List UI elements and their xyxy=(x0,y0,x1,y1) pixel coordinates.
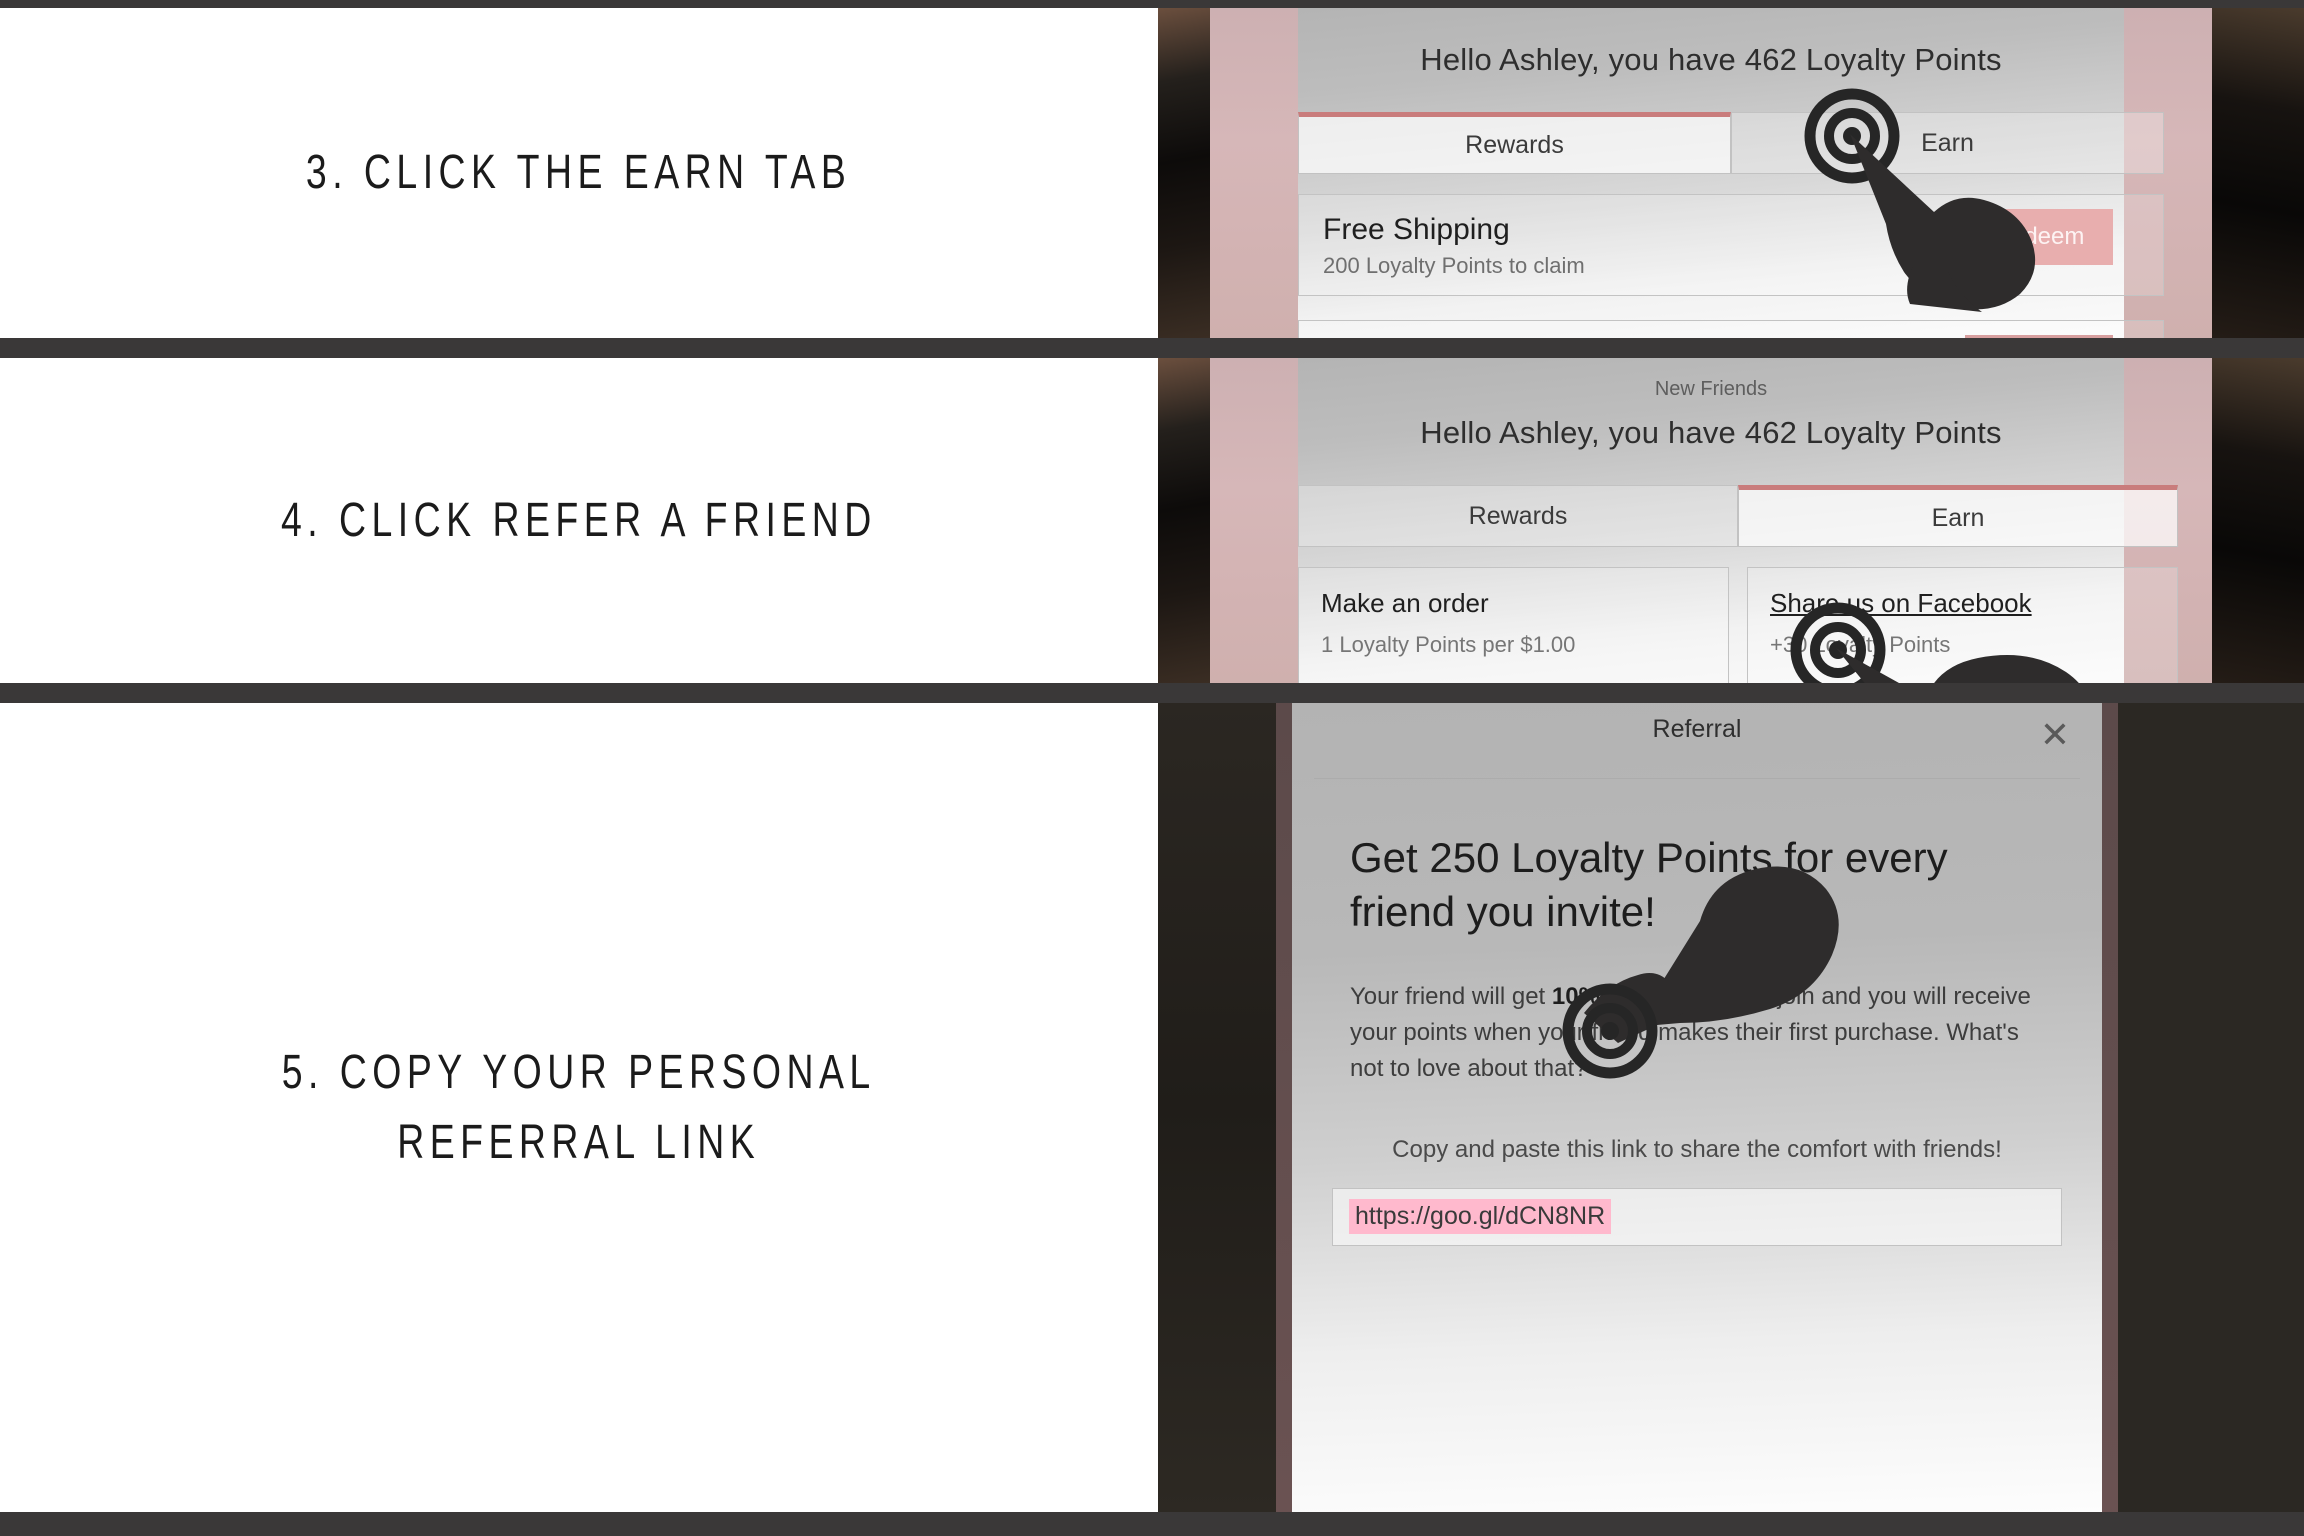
step-3-caption-pane: 3. CLICK THE EARN TAB xyxy=(0,8,1158,338)
modal-overlay-left-edge xyxy=(1158,703,1276,1512)
tab-earn-3[interactable]: Earn xyxy=(1731,112,2164,174)
tab-rewards-label-3: Rewards xyxy=(1465,130,1564,159)
tab-earn-label-3: Earn xyxy=(1921,128,1974,157)
greeting-text-4: Hello Ashley, you have 462 Loyalty Point… xyxy=(1420,415,2002,450)
photo-backdrop-right xyxy=(2212,8,2304,338)
photo-backdrop-right-4 xyxy=(2212,358,2304,683)
new-friends-header: New Friends xyxy=(1654,378,1768,400)
step-4-caption: 4. CLICK REFER A FRIEND xyxy=(281,493,877,547)
referral-modal: Referral ✕ Get 250 Loyalty Points for ev… xyxy=(1292,703,2102,1512)
earn-card-title-share-facebook[interactable]: Share us on Facebook xyxy=(1770,588,2155,620)
photo-backdrop-left-4 xyxy=(1158,358,1210,683)
reward-row-free-shipping[interactable]: Free Shipping 200 Loyalty Points to clai… xyxy=(1298,194,2164,296)
modal-border-right xyxy=(2102,703,2118,1512)
earn-card-grid: Make an order 1 Loyalty Points per $1.00… xyxy=(1298,567,2178,683)
modal-heading: Get 250 Loyalty Points for every friend … xyxy=(1350,834,1948,935)
tutorial-steps-stage: 3. CLICK THE EARN TAB Hello Ashley, you … xyxy=(0,0,2304,1536)
earn-card-make-an-order[interactable]: Make an order 1 Loyalty Points per $1.00 xyxy=(1298,567,1729,683)
separator-top xyxy=(0,0,2304,8)
step-5-caption-pane: 5. COPY YOUR PERSONAL REFERRAL LINK xyxy=(0,703,1158,1512)
tab-rewards-4[interactable]: Rewards xyxy=(1298,485,1738,547)
step-4-screenshot: New Friends Hello Ashley, you have 462 L… xyxy=(1158,358,2304,683)
step-3-screenshot: Hello Ashley, you have 462 Loyalty Point… xyxy=(1158,8,2304,338)
redeem-button-free-shipping[interactable]: Redeem xyxy=(1965,209,2113,265)
tab-rewards-3[interactable]: Rewards xyxy=(1298,112,1731,174)
earn-card-title-make-an-order: Make an order xyxy=(1321,588,1489,618)
referral-link-field[interactable]: https://goo.gl/dCN8NR xyxy=(1332,1187,2062,1246)
referral-link-value: https://goo.gl/dCN8NR xyxy=(1349,1199,1612,1235)
pink-band-left xyxy=(1210,8,1298,338)
step-3-caption: 3. CLICK THE EARN TAB xyxy=(306,146,852,200)
photo-backdrop-left xyxy=(1158,8,1210,338)
greeting-text-3: Hello Ashley, you have 462 Loyalty Point… xyxy=(1420,42,2002,77)
tab-earn-4[interactable]: Earn xyxy=(1738,485,2178,547)
reward-title-free-shipping: Free Shipping xyxy=(1323,213,1510,246)
reward-row-ten-percent[interactable]: 10% off 200 Loyalty Points to claim Rede… xyxy=(1298,320,2164,338)
earn-card-sub-share-facebook: +30 Loyalty Points xyxy=(1770,631,1951,657)
modal-title: Referral xyxy=(1652,715,1742,743)
tab-bar-4: Rewards Earn xyxy=(1298,485,2178,547)
modal-body-bold: 10% OFF xyxy=(1551,982,1655,1010)
separator-step4-step5 xyxy=(0,683,2304,703)
modal-body-pre: Your friend will get xyxy=(1350,982,1552,1010)
modal-divider xyxy=(1314,778,2080,779)
step-panel-3: 3. CLICK THE EARN TAB Hello Ashley, you … xyxy=(0,8,2304,338)
tab-bar-3: Rewards Earn xyxy=(1298,112,2164,174)
step-5-screenshot: Referral ✕ Get 250 Loyalty Points for ev… xyxy=(1158,703,2304,1512)
loyalty-widget-3: Hello Ashley, you have 462 Loyalty Point… xyxy=(1298,8,2164,338)
modal-body-text: Your friend will get 10% OFF when they j… xyxy=(1350,979,2044,1088)
separator-step3-step4 xyxy=(0,338,2304,358)
step-panel-5: 5. COPY YOUR PERSONAL REFERRAL LINK Refe… xyxy=(0,703,2304,1512)
step-5-caption: 5. COPY YOUR PERSONAL REFERRAL LINK xyxy=(282,1045,876,1169)
step-panel-4: 4. CLICK REFER A FRIEND New Friends Hell… xyxy=(0,358,2304,683)
pink-band-left-4 xyxy=(1210,358,1298,683)
earn-card-share-facebook[interactable]: Share us on Facebook +30 Loyalty Points xyxy=(1747,567,2178,683)
earn-card-sub-make-an-order: 1 Loyalty Points per $1.00 xyxy=(1321,631,1576,657)
loyalty-widget-4: New Friends Hello Ashley, you have 462 L… xyxy=(1298,358,2178,683)
copy-prompt-text: Copy and paste this link to share the co… xyxy=(1392,1135,2002,1163)
separator-bottom xyxy=(0,1512,2304,1536)
close-icon[interactable]: ✕ xyxy=(2040,717,2070,753)
modal-border-left xyxy=(1276,703,1292,1512)
step-4-caption-pane: 4. CLICK REFER A FRIEND xyxy=(0,358,1158,683)
tab-rewards-label-4: Rewards xyxy=(1468,501,1568,530)
tab-earn-label-4: Earn xyxy=(1931,503,1985,532)
reward-sub-free-shipping: 200 Loyalty Points to claim xyxy=(1323,253,1585,278)
redeem-label-free-shipping: Redeem xyxy=(1993,223,2085,250)
